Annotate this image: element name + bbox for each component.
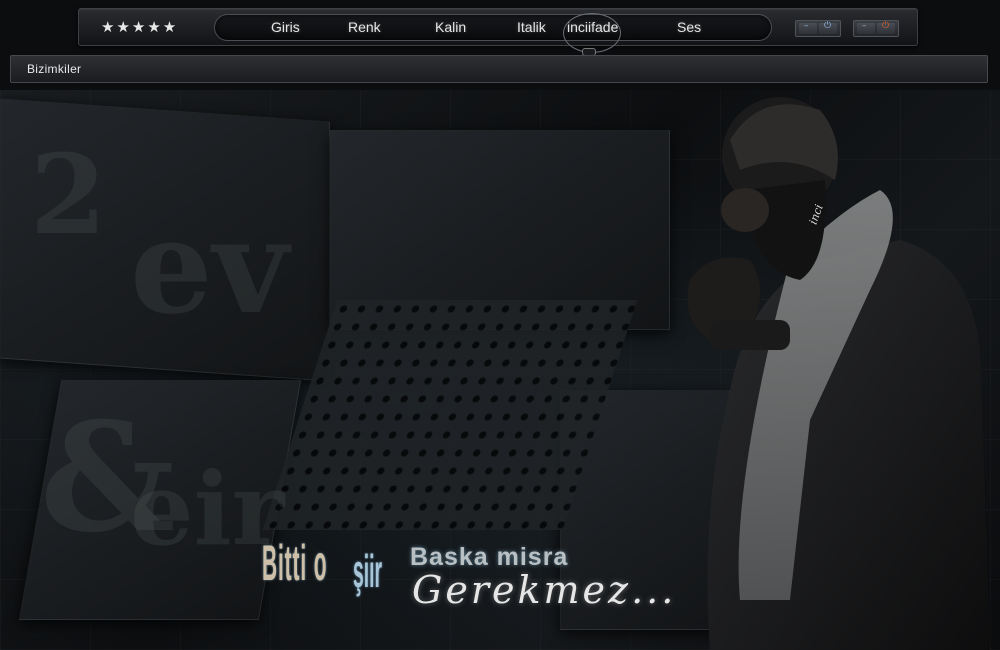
rating-stars[interactable]: ★★★★★ — [101, 18, 178, 36]
man-photo — [687, 97, 990, 650]
menu-item-kalin[interactable]: Kalin — [435, 19, 466, 35]
menu-item-inciifade[interactable]: inciifade — [567, 19, 618, 35]
main-menu: Giris Renk Kalin Italik inciifade Ses — [214, 13, 772, 56]
main-artwork: 2 ev & eir inci Bitti o şiir Baska misra… — [0, 90, 1000, 650]
decorative-type: ev — [130, 190, 289, 343]
decorative-type: 2 — [30, 130, 107, 259]
menu-item-italik[interactable]: Italik — [517, 19, 546, 35]
power-icon: ⏻ — [882, 21, 890, 31]
minimize-icon: – — [804, 21, 809, 31]
artwork-text-siir: şiir — [353, 545, 382, 597]
minimize-icon: – — [862, 21, 867, 31]
artwork-text-bitti: Bitti o — [262, 535, 328, 591]
minimize-button-2[interactable]: – — [857, 21, 875, 34]
power-button[interactable]: ⏻ — [819, 21, 837, 34]
artwork-text-gerekmez: Gerekmez... — [412, 568, 677, 612]
menu-item-ses[interactable]: Ses — [677, 19, 701, 35]
page-title: Bizimkiler — [27, 62, 82, 76]
menu-item-giris[interactable]: Giris — [271, 19, 300, 35]
window-control-group-2[interactable]: – ⏻ — [853, 20, 899, 37]
top-toolbar: ★★★★★ Giris Renk Kalin Italik inciifade … — [78, 8, 918, 56]
menu-item-renk[interactable]: Renk — [348, 19, 381, 35]
window-control-group-1[interactable]: – ⏻ — [795, 20, 841, 37]
minimize-button[interactable]: – — [799, 21, 817, 34]
page-title-bar: Bizimkiler — [10, 55, 988, 83]
power-icon: ⏻ — [824, 21, 832, 31]
power-button-2[interactable]: ⏻ — [877, 21, 895, 34]
